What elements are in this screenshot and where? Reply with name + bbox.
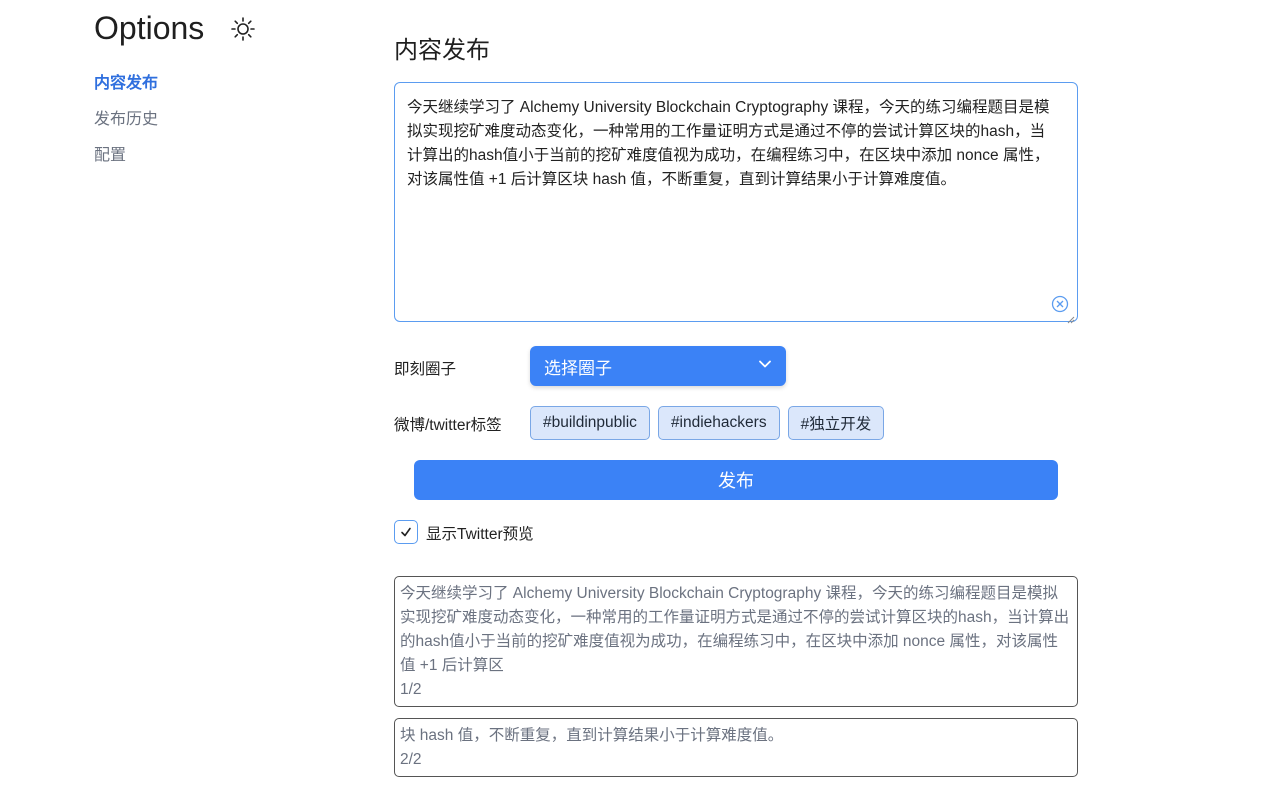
preview-checkbox[interactable] [394, 520, 418, 544]
checkmark-icon [401, 527, 411, 537]
tag-list: #buildinpublic #indiehackers #独立开发 [530, 406, 885, 440]
app-title: Options [94, 10, 205, 46]
tweet-text: 块 hash 值，不断重复，直到计算结果小于计算难度值。 [400, 727, 784, 744]
tweet-preview-2: 块 hash 值，不断重复，直到计算结果小于计算难度值。 2/2 [394, 718, 1078, 777]
sidebar-item-config[interactable]: 配置 [94, 138, 158, 174]
tags-label: 微博/twitter标签 [394, 417, 502, 434]
tag-buildinpublic[interactable]: #buildinpublic [530, 406, 650, 440]
chevron-down-icon [758, 356, 772, 376]
tweet-text: 今天继续学习了 Alchemy University Blockchain Cr… [400, 585, 1070, 674]
sidebar-item-publish[interactable]: 内容发布 [94, 66, 158, 102]
sidebar-item-history[interactable]: 发布历史 [94, 102, 158, 138]
content-textarea-value[interactable]: 今天继续学习了 Alchemy University Blockchain Cr… [407, 96, 1059, 192]
circle-select-value: 选择圈子 [544, 358, 612, 378]
publish-button[interactable]: 发布 [414, 460, 1058, 500]
preview-checkbox-label[interactable]: 显示Twitter预览 [426, 522, 534, 544]
circle-select[interactable]: 选择圈子 [530, 346, 786, 386]
tweet-count: 2/2 [400, 751, 422, 768]
resize-handle-icon[interactable] [1067, 311, 1075, 324]
sidebar-nav: 内容发布 发布历史 配置 [94, 66, 158, 174]
tag-indie-dev[interactable]: #独立开发 [787, 406, 885, 440]
page-title: 内容发布 [394, 37, 490, 64]
circle-label: 即刻圈子 [394, 361, 457, 378]
tag-indiehackers[interactable]: #indiehackers [657, 406, 780, 440]
tweet-count: 1/2 [400, 681, 422, 698]
tweet-preview-1: 今天继续学习了 Alchemy University Blockchain Cr… [394, 576, 1078, 707]
content-textarea[interactable]: 今天继续学习了 Alchemy University Blockchain Cr… [394, 82, 1078, 324]
sun-icon[interactable] [230, 16, 256, 42]
